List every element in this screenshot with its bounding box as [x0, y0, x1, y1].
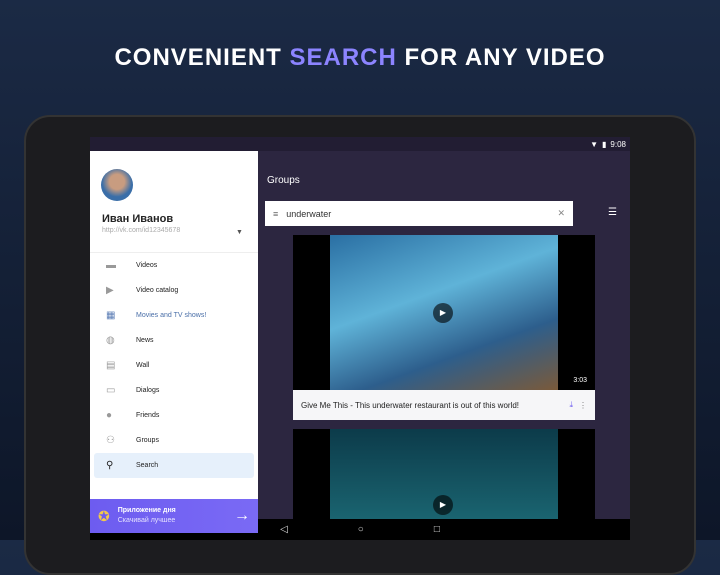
user-name: Иван Иванов [102, 213, 174, 225]
search-icon: ⚲ [106, 460, 114, 471]
video-thumbnail[interactable]: ▶ 3:03 [293, 235, 595, 390]
page-title: Groups [267, 175, 300, 186]
headline-accent: SEARCH [289, 44, 397, 71]
menu-label: Videos [136, 262, 158, 269]
filter-icon[interactable]: ☰ [608, 207, 617, 218]
promo-title: Приложение дня [117, 507, 176, 514]
menu-label: Friends [136, 412, 160, 419]
group-icon: ⚇ [106, 435, 115, 446]
close-icon[interactable]: ✕ [557, 208, 565, 219]
chat-icon: ▭ [106, 385, 116, 396]
main-content: Groups ≡ underwater ✕ ☰ ▶ 3:03 Give Me Th… [258, 151, 630, 519]
menu-item-search[interactable]: ⚲ Search [94, 453, 254, 478]
person-icon: ● [106, 410, 113, 421]
battery-icon: ▮ [602, 139, 607, 149]
menu-item-friends[interactable]: ● Friends [94, 403, 254, 428]
search-input[interactable]: underwater [286, 209, 549, 219]
headline: CONVENIENT SEARCH FOR ANY VIDEO [0, 44, 720, 72]
menu-label: Movies and TV shows! [136, 312, 207, 319]
menu-item-groups[interactable]: ⚇ Groups [94, 428, 254, 453]
menu-item-dialogs[interactable]: ▭ Dialogs [94, 378, 254, 403]
menu-label: Video catalog [136, 287, 179, 294]
user-url: http://vk.com/id12345678 [102, 227, 181, 234]
wall-icon: ▤ [106, 360, 116, 371]
menu-item-news[interactable]: ◍ News [94, 328, 254, 353]
arrow-right-icon: → [234, 507, 250, 524]
menu-item-videos[interactable]: ▬ Videos [94, 253, 254, 278]
chevron-down-icon[interactable]: ▼ [236, 229, 243, 236]
menu-item-video-catalog[interactable]: ▶ Video catalog [94, 278, 254, 303]
catalog-icon: ▶ [106, 285, 114, 296]
video-card[interactable]: ▶ 3:03 Give Me This - This underwater res… [293, 235, 595, 420]
more-icon[interactable]: ⋮ [579, 401, 587, 410]
video-title[interactable]: Give Me This - This underwater restauran… [301, 401, 563, 410]
menu-item-movies[interactable]: ▦ Movies and TV shows! [94, 303, 254, 328]
award-icon: ✪ [98, 507, 110, 524]
home-icon[interactable]: ○ [358, 524, 364, 535]
menu-label: News [136, 337, 154, 344]
menu-label: Groups [136, 437, 159, 444]
menu: ▬ Videos ▶ Video catalog ▦ Movies and TV sh… [90, 252, 258, 478]
app-of-day-banner[interactable]: ✪ Приложение дня Скачивай лучшее → [90, 499, 258, 533]
screen: ▼ ▮ 9:08 Иван Иванов http://vk.com/id12345… [90, 137, 630, 540]
menu-item-wall[interactable]: ▤ Wall [94, 353, 254, 378]
menu-label: Dialogs [136, 387, 160, 394]
headline-text: CONVENIENT [114, 44, 290, 71]
play-icon[interactable]: ▶ [433, 495, 453, 515]
recents-icon[interactable]: □ [434, 524, 440, 535]
film-icon: ▦ [106, 310, 116, 321]
menu-label: Search [136, 462, 159, 469]
avatar[interactable] [101, 169, 133, 201]
back-icon[interactable]: ◁ [280, 524, 288, 535]
play-icon[interactable]: ▶ [433, 303, 453, 323]
video-icon: ▬ [106, 260, 116, 271]
search-bar[interactable]: ≡ underwater ✕ [265, 201, 573, 226]
video-duration: 3:03 [573, 377, 587, 384]
promo-subtitle: Скачивай лучшее [117, 517, 176, 524]
menu-label: Wall [136, 362, 150, 369]
nav-drawer: Иван Иванов http://vk.com/id12345678 ▼ ▬… [90, 151, 258, 533]
status-bar: ▼ ▮ 9:08 [90, 137, 630, 151]
menu-icon[interactable]: ≡ [273, 209, 278, 219]
download-icon[interactable]: ⤓ [569, 400, 573, 410]
globe-icon: ◍ [106, 335, 115, 346]
clock: 9:08 [610, 139, 626, 149]
headline-text-end: FOR ANY VIDEO [396, 44, 606, 71]
wifi-icon: ▼ [590, 139, 599, 149]
video-card[interactable]: ▶ [293, 429, 595, 519]
